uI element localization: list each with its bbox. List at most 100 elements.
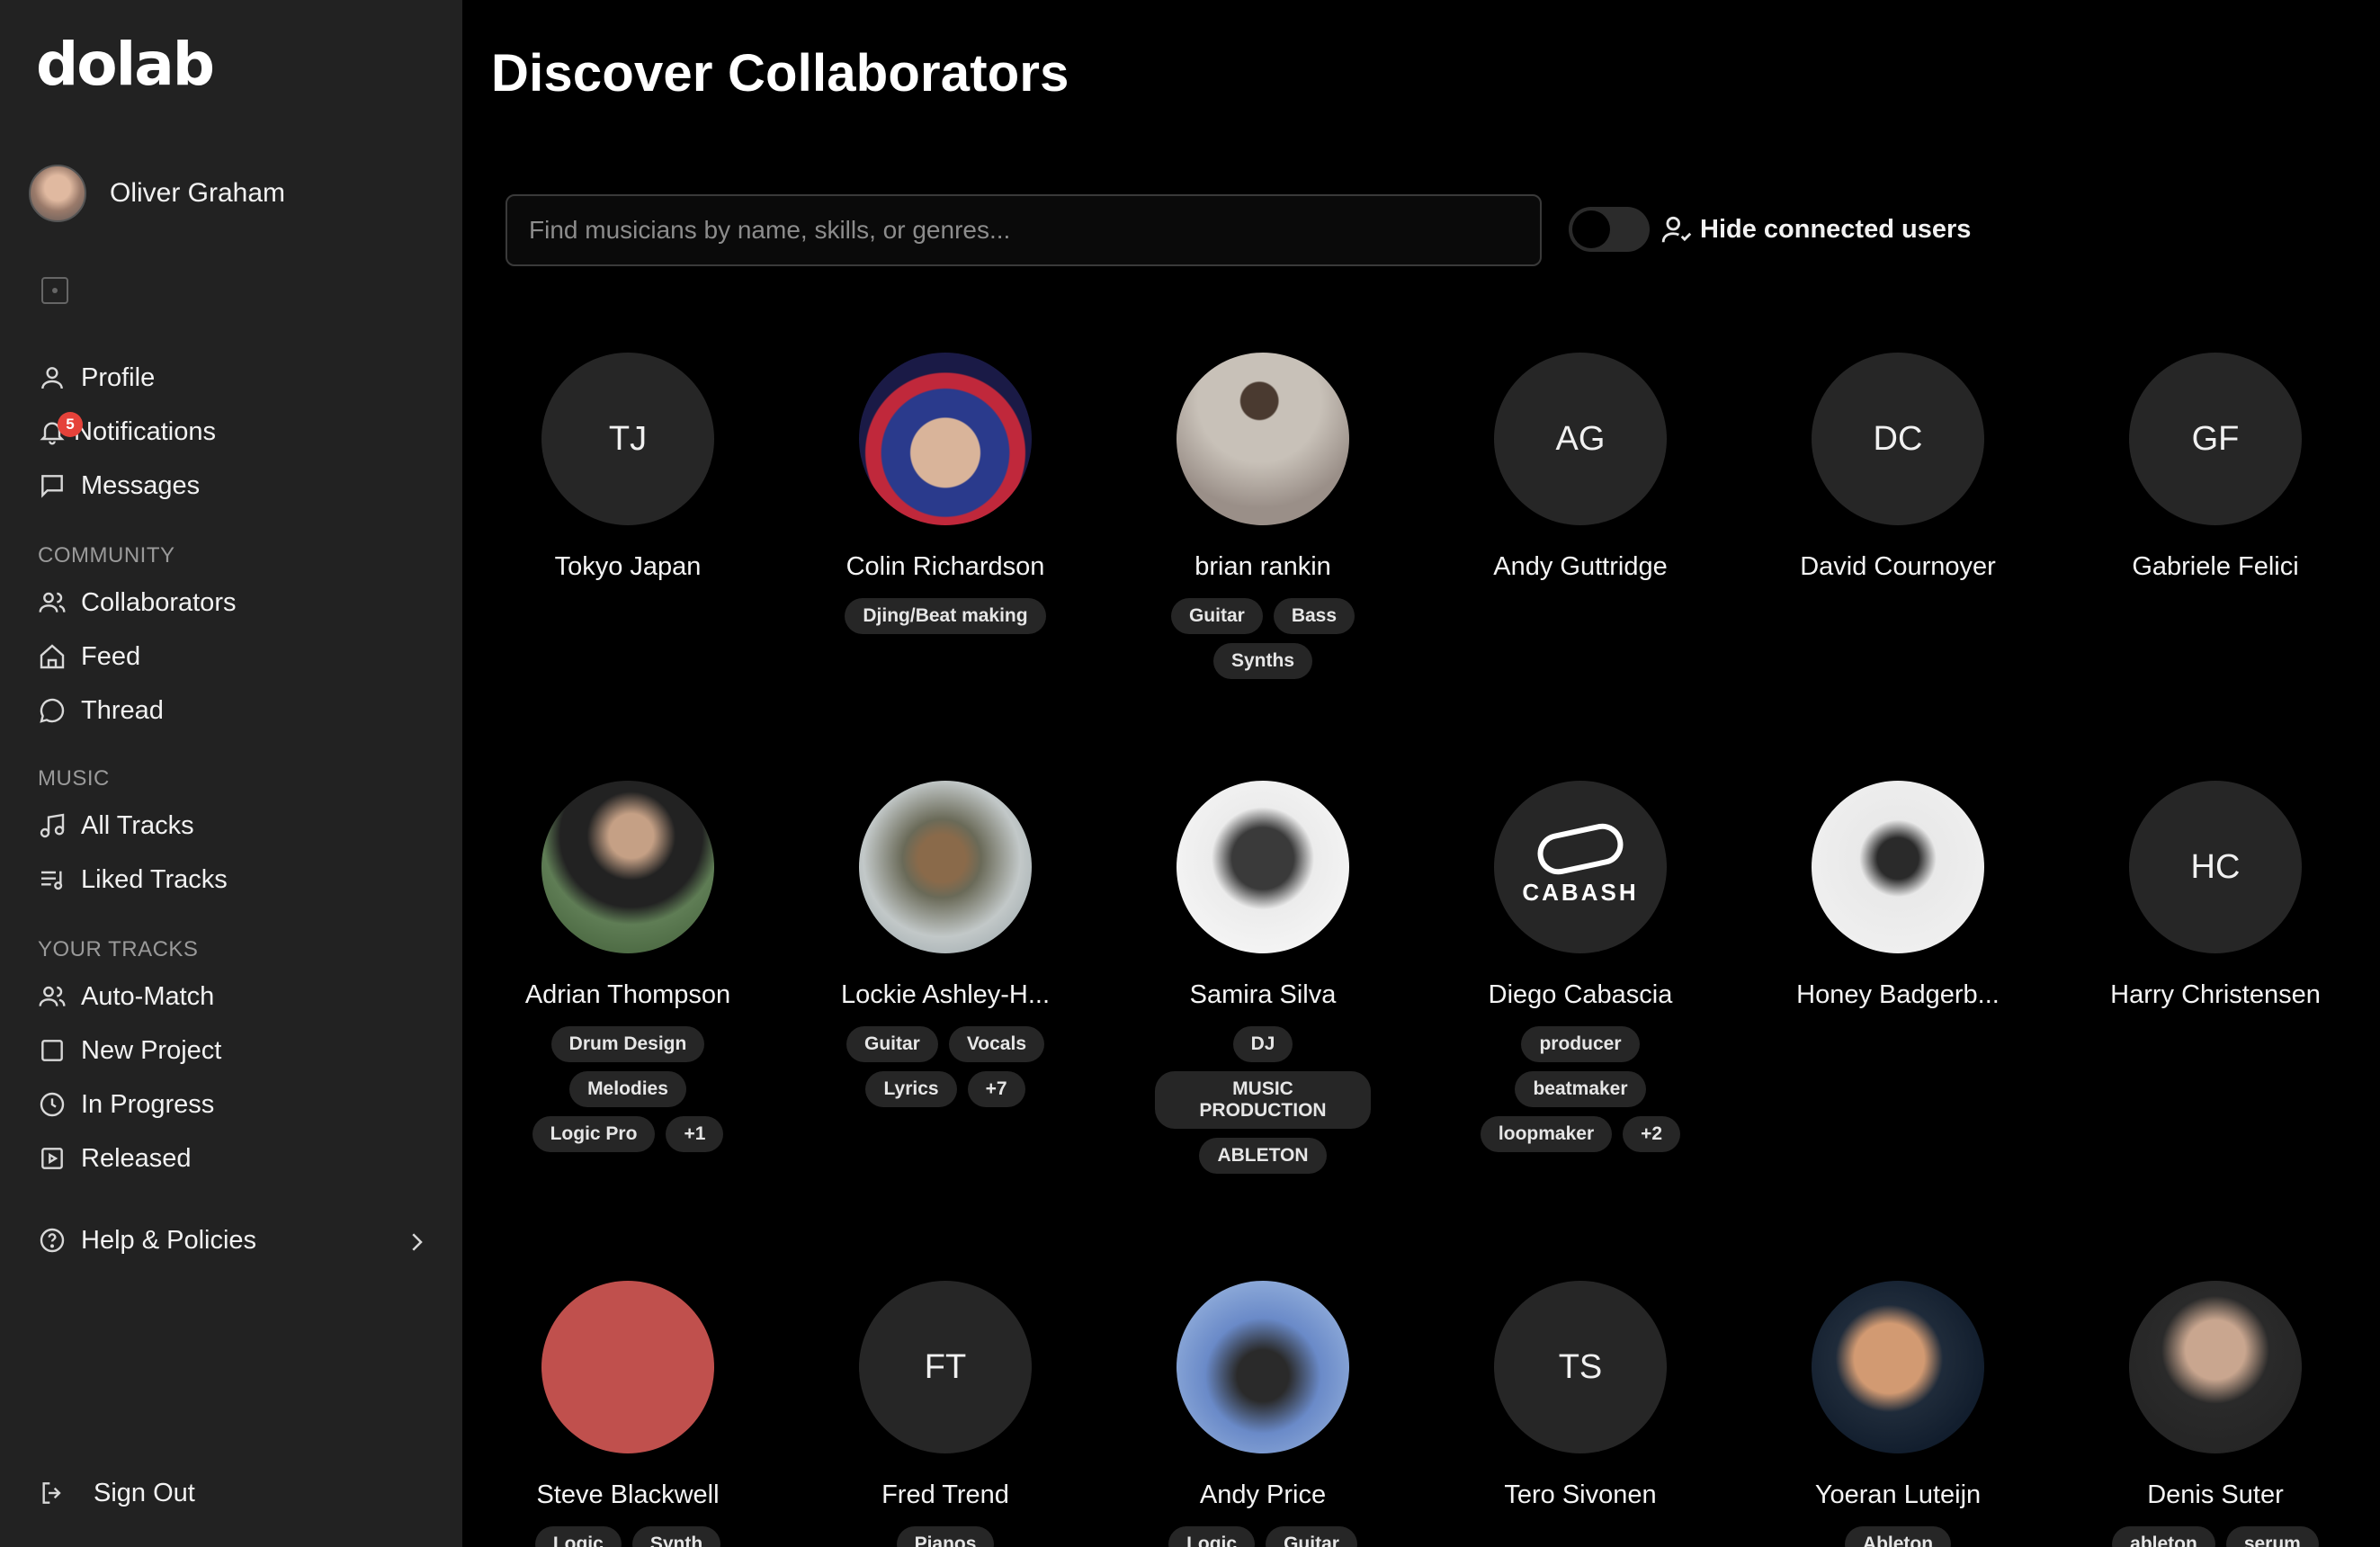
- avatar: [859, 781, 1032, 953]
- skill-tag: Lyrics: [865, 1071, 957, 1107]
- tag-list: ableton serum: [2062, 1526, 2368, 1547]
- sidebar: dolab Oliver Graham Profile 5 Notificati…: [0, 0, 462, 1547]
- sidebar-item-profile[interactable]: Profile: [36, 356, 155, 399]
- collaborator-card[interactable]: Andy Price Logic Guitar: [1110, 1281, 1416, 1547]
- sidebar-item-new-project[interactable]: New Project: [36, 1029, 221, 1072]
- skill-tag: Drum Design: [550, 1026, 705, 1062]
- tag-list: Logic Guitar: [1110, 1526, 1416, 1547]
- skill-tag: Logic: [1168, 1526, 1256, 1547]
- avatar: TS: [1494, 1281, 1667, 1453]
- music-note-icon: [36, 809, 68, 842]
- sidebar-item-label: Thread: [81, 695, 164, 725]
- avatar: [2129, 1281, 2302, 1453]
- sidebar-item-thread[interactable]: Thread: [36, 689, 164, 732]
- section-title-community: COMMUNITY: [38, 543, 175, 568]
- collaborator-card[interactable]: CABASH Diego Cabascia producer beatmaker…: [1427, 781, 1733, 1152]
- skill-tag: Bass: [1273, 598, 1356, 634]
- collapse-sidebar-icon[interactable]: [41, 277, 68, 304]
- skill-tag: ABLETON: [1199, 1138, 1327, 1174]
- sidebar-item-in-progress[interactable]: In Progress: [36, 1083, 214, 1126]
- avatar: [1177, 353, 1349, 525]
- collaborator-name: Tero Sivonen: [1504, 1480, 1657, 1509]
- collaborator-card[interactable]: TJ Tokyo Japan: [475, 353, 781, 582]
- skill-tag: beatmaker: [1515, 1071, 1646, 1107]
- sidebar-item-notifications[interactable]: 5 Notifications: [36, 410, 216, 453]
- chevron-right-icon[interactable]: [403, 1229, 430, 1256]
- avatar: FT: [859, 1281, 1032, 1453]
- avatar: HC: [2129, 781, 2302, 953]
- skill-tag: Synths: [1212, 643, 1312, 679]
- tag-list: DJ MUSIC PRODUCTION ABLETON: [1110, 1026, 1416, 1174]
- sidebar-item-auto-match[interactable]: Auto-Match: [36, 975, 214, 1018]
- collaborator-card[interactable]: Honey Badgerb...: [1745, 781, 2051, 1010]
- collaborator-card[interactable]: brian rankin Guitar Bass Synths: [1110, 353, 1416, 679]
- sign-out-button[interactable]: Sign Out: [36, 1471, 195, 1515]
- tag-list: Pianos: [792, 1526, 1098, 1547]
- collaborator-name: Andy Guttridge: [1493, 552, 1668, 581]
- avatar-logo-text: CABASH: [1522, 878, 1639, 906]
- sidebar-item-collaborators[interactable]: Collaborators: [36, 581, 236, 624]
- play-square-icon: [36, 1142, 68, 1175]
- sidebar-item-label: Notifications: [74, 416, 216, 446]
- bell-icon: 5: [36, 412, 83, 448]
- skill-tag: producer: [1521, 1026, 1640, 1062]
- hide-connected-toggle[interactable]: [1569, 207, 1650, 252]
- square-icon: [36, 1034, 68, 1067]
- more-tags-badge[interactable]: +7: [967, 1071, 1025, 1107]
- cabash-logo-icon: [1534, 819, 1627, 878]
- collaborator-name: Lockie Ashley-H...: [840, 980, 1051, 1009]
- sidebar-item-all-tracks[interactable]: All Tracks: [36, 804, 194, 847]
- user-profile[interactable]: Oliver Graham: [29, 164, 285, 223]
- skill-tag: Pianos: [896, 1526, 995, 1547]
- sidebar-item-released[interactable]: Released: [36, 1137, 192, 1180]
- collaborator-card[interactable]: Yoeran Luteijn Ableton: [1745, 1281, 2051, 1547]
- user-icon: [36, 362, 68, 394]
- sidebar-item-label: Released: [81, 1143, 192, 1173]
- collaborator-name: Fred Trend: [881, 1480, 1009, 1509]
- collaborator-name: brian rankin: [1194, 552, 1331, 581]
- collaborator-card[interactable]: Denis Suter ableton serum: [2062, 1281, 2368, 1547]
- skill-tag: ableton: [2112, 1526, 2215, 1547]
- section-title-your-tracks: YOUR TRACKS: [38, 937, 199, 961]
- collaborator-name: Honey Badgerb...: [1796, 980, 2000, 1009]
- sidebar-item-messages[interactable]: Messages: [36, 464, 200, 507]
- sidebar-item-label: New Project: [81, 1035, 222, 1065]
- collaborator-card[interactable]: Adrian Thompson Drum Design Melodies Log…: [475, 781, 781, 1152]
- sidebar-item-liked-tracks[interactable]: Liked Tracks: [36, 858, 228, 901]
- dolab-logo[interactable]: dolab: [36, 31, 215, 99]
- skill-tag: Guitar: [846, 1026, 938, 1062]
- more-tags-badge[interactable]: +1: [666, 1116, 724, 1152]
- hide-connected-label[interactable]: Hide connected users: [1700, 212, 1971, 246]
- users-icon: [36, 980, 68, 1013]
- message-icon: [36, 469, 68, 502]
- collaborator-card[interactable]: Colin Richardson Djing/Beat making: [792, 353, 1098, 634]
- collaborator-card[interactable]: FT Fred Trend Pianos: [792, 1281, 1098, 1547]
- skill-tag: Synth: [631, 1526, 721, 1547]
- skill-tag: Guitar: [1170, 598, 1263, 634]
- collaborator-name: Adrian Thompson: [524, 980, 731, 1009]
- skill-tag: Djing/Beat making: [845, 598, 1046, 634]
- sign-out-label: Sign Out: [94, 1478, 195, 1507]
- collaborator-card[interactable]: Samira Silva DJ MUSIC PRODUCTION ABLETON: [1110, 781, 1416, 1174]
- collaborator-card[interactable]: Steve Blackwell Logic Synth: [475, 1281, 781, 1547]
- avatar: [541, 781, 714, 953]
- collaborator-name: Diego Cabascia: [1488, 980, 1673, 1009]
- tag-list: Ableton: [1745, 1526, 2051, 1547]
- sidebar-item-help[interactable]: Help & Policies: [36, 1219, 432, 1262]
- collaborator-card[interactable]: AG Andy Guttridge: [1427, 353, 1733, 582]
- collaborator-card[interactable]: DC David Cournoyer: [1745, 353, 2051, 582]
- search-input[interactable]: [506, 194, 1542, 266]
- avatar: [1177, 781, 1349, 953]
- collaborator-card[interactable]: HC Harry Christensen: [2062, 781, 2368, 1010]
- collaborator-card[interactable]: Lockie Ashley-H... Guitar Vocals Lyrics …: [792, 781, 1098, 1107]
- collaborator-card[interactable]: TS Tero Sivonen: [1427, 1281, 1733, 1510]
- collaborator-card[interactable]: GF Gabriele Felici: [2062, 353, 2368, 582]
- user-check-icon: [1661, 216, 1692, 243]
- collaborator-name: Harry Christensen: [2110, 980, 2321, 1009]
- sidebar-item-label: Liked Tracks: [81, 864, 228, 894]
- collaborator-name: David Cournoyer: [1800, 552, 1996, 581]
- more-tags-badge[interactable]: +2: [1623, 1116, 1681, 1152]
- sidebar-item-feed[interactable]: Feed: [36, 635, 140, 678]
- collaborator-name: Steve Blackwell: [536, 1480, 720, 1509]
- tag-list: Drum Design Melodies Logic Pro +1: [529, 1026, 727, 1152]
